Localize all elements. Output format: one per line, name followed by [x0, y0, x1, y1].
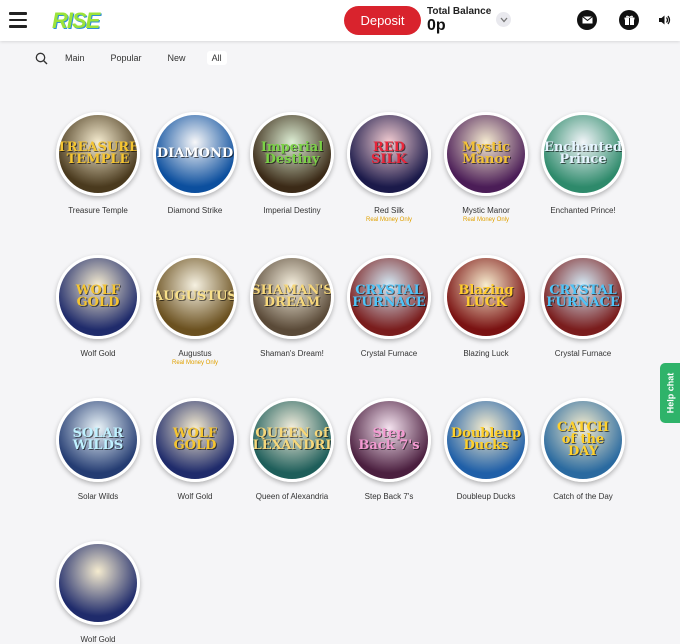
game-name[interactable]: Crystal Furnace [533, 349, 633, 358]
game-tile[interactable]: Enchanted Prince Enchanted Prince! [533, 112, 633, 215]
game-name[interactable]: Imperial Destiny [242, 206, 342, 215]
game-thumbnail[interactable]: CRYSTAL FURNACE [541, 255, 625, 339]
game-name[interactable]: Wolf Gold [145, 492, 245, 501]
game-tile[interactable]: AUGUSTUS Augustus Real Money Only [145, 255, 245, 366]
logo[interactable]: RISE [52, 8, 100, 34]
filter-new[interactable]: New [163, 51, 191, 65]
game-thumbnail[interactable]: SHAMAN'S DREAM [250, 255, 334, 339]
game-logo-text: WOLF GOLD [75, 283, 121, 310]
game-tile[interactable]: SOLAR WILDS Solar Wilds [48, 398, 148, 501]
game-name[interactable]: Diamond Strike [145, 206, 245, 215]
game-thumbnail[interactable]: DIAMOND [153, 112, 237, 196]
game-name[interactable]: Treasure Temple [48, 206, 148, 215]
game-tile[interactable]: TREASURE TEMPLE Treasure Temple [48, 112, 148, 215]
game-name[interactable]: Blazing Luck [436, 349, 536, 358]
hamburger-menu-icon[interactable] [9, 12, 27, 28]
game-thumbnail[interactable]: TREASURE TEMPLE [56, 112, 140, 196]
game-logo-text: AUGUSTUS [153, 289, 237, 304]
game-tile[interactable]: CRYSTAL FURNACE Crystal Furnace [339, 255, 439, 358]
mail-icon[interactable] [577, 10, 597, 30]
game-thumbnail[interactable]: Blazing LUCK [444, 255, 528, 339]
game-name[interactable]: Shaman's Dream! [242, 349, 342, 358]
game-tile[interactable]: WOLF GOLD Wolf Gold [48, 255, 148, 358]
game-tile[interactable]: Mystic Manor Mystic Manor Real Money Only [436, 112, 536, 223]
game-name[interactable]: Red Silk [339, 206, 439, 215]
game-tile[interactable]: WOLF GOLD Wolf Gold [145, 398, 245, 501]
game-tile[interactable]: Step Back 7's Step Back 7's [339, 398, 439, 501]
search-icon[interactable] [35, 52, 48, 65]
game-thumbnail[interactable]: CATCH of the DAY [541, 398, 625, 482]
game-tile[interactable]: SHAMAN'S DREAM Shaman's Dream! [242, 255, 342, 358]
game-thumbnail[interactable]: Mystic Manor [444, 112, 528, 196]
game-name[interactable]: Step Back 7's [339, 492, 439, 501]
game-logo-text: SHAMAN'S DREAM [251, 283, 333, 310]
game-tile[interactable]: CRYSTAL FURNACE Crystal Furnace [533, 255, 633, 358]
filter-main[interactable]: Main [60, 51, 90, 65]
game-tile[interactable]: CATCH of the DAY Catch of the Day [533, 398, 633, 501]
game-logo-text: Enchanted Prince [544, 140, 622, 167]
game-tile[interactable]: Doubleup Ducks Doubleup Ducks [436, 398, 536, 501]
deposit-button[interactable]: Deposit [344, 6, 421, 35]
balance-value: 0p [427, 17, 446, 34]
game-logo-text: WOLF GOLD [172, 426, 218, 453]
game-thumbnail[interactable]: SOLAR WILDS [56, 398, 140, 482]
game-thumbnail[interactable]: WOLF GOLD [56, 255, 140, 339]
game-name[interactable]: Queen of Alexandria [242, 492, 342, 501]
game-logo-text: TREASURE TEMPLE [57, 140, 139, 167]
game-thumbnail[interactable]: Step Back 7's [347, 398, 431, 482]
game-thumbnail[interactable]: RED SILK [347, 112, 431, 196]
game-logo-text: QUEEN of ALEXANDRIA [252, 426, 332, 453]
game-name[interactable]: Enchanted Prince! [533, 206, 633, 215]
game-thumbnail[interactable]: Doubleup Ducks [444, 398, 528, 482]
top-bar: RISE Deposit Total Balance 0p [0, 0, 680, 41]
game-tile[interactable]: Blazing LUCK Blazing Luck [436, 255, 536, 358]
game-logo-text: Mystic Manor [461, 140, 511, 167]
game-logo-text: RED SILK [371, 140, 407, 167]
game-thumbnail[interactable]: AUGUSTUS [153, 255, 237, 339]
game-tile[interactable]: DIAMOND Diamond Strike [145, 112, 245, 215]
game-name[interactable]: Wolf Gold [48, 635, 148, 644]
game-thumbnail[interactable] [56, 541, 140, 625]
balance-label: Total Balance [427, 6, 492, 17]
real-money-badge: Real Money Only [462, 217, 510, 223]
game-name[interactable]: Solar Wilds [48, 492, 148, 501]
game-logo-text: Blazing LUCK [458, 283, 514, 310]
game-thumbnail[interactable]: Imperial Destiny [250, 112, 334, 196]
real-money-badge: Real Money Only [365, 217, 413, 223]
gift-icon[interactable] [619, 10, 639, 30]
game-name[interactable]: Catch of the Day [533, 492, 633, 501]
game-name[interactable]: Doubleup Ducks [436, 492, 536, 501]
help-chat-label: Help chat [665, 372, 676, 414]
game-logo-text: Imperial Destiny [260, 140, 324, 167]
game-logo-text: Step Back 7's [358, 426, 420, 453]
game-thumbnail[interactable]: CRYSTAL FURNACE [347, 255, 431, 339]
game-logo-text: SOLAR WILDS [72, 426, 124, 453]
game-thumbnail[interactable]: WOLF GOLD [153, 398, 237, 482]
real-money-badge: Real Money Only [171, 360, 219, 366]
game-name[interactable]: Crystal Furnace [339, 349, 439, 358]
game-tile[interactable]: Imperial Destiny Imperial Destiny [242, 112, 342, 215]
game-name[interactable]: Wolf Gold [48, 349, 148, 358]
game-logo-text: CRYSTAL FURNACE [546, 283, 620, 310]
game-logo-text: CATCH of the DAY [556, 420, 610, 459]
game-tile[interactable]: Wolf Gold [48, 541, 148, 644]
chevron-down-icon[interactable] [496, 12, 511, 27]
speaker-icon[interactable] [657, 13, 671, 27]
game-thumbnail[interactable]: Enchanted Prince [541, 112, 625, 196]
help-chat-button[interactable]: Help chat [660, 363, 680, 423]
game-name[interactable]: Mystic Manor [436, 206, 536, 215]
game-logo-text: DIAMOND [156, 146, 234, 161]
game-filter-bar: Main Popular New All [35, 50, 243, 66]
game-logo-text: Doubleup Ducks [450, 426, 522, 453]
game-tile[interactable]: QUEEN of ALEXANDRIA Queen of Alexandria [242, 398, 342, 501]
game-thumbnail[interactable]: QUEEN of ALEXANDRIA [250, 398, 334, 482]
filter-popular[interactable]: Popular [106, 51, 147, 65]
game-name[interactable]: Augustus [145, 349, 245, 358]
filter-all[interactable]: All [206, 51, 227, 65]
game-logo-text: CRYSTAL FURNACE [352, 283, 426, 310]
game-tile[interactable]: RED SILK Red Silk Real Money Only [339, 112, 439, 223]
